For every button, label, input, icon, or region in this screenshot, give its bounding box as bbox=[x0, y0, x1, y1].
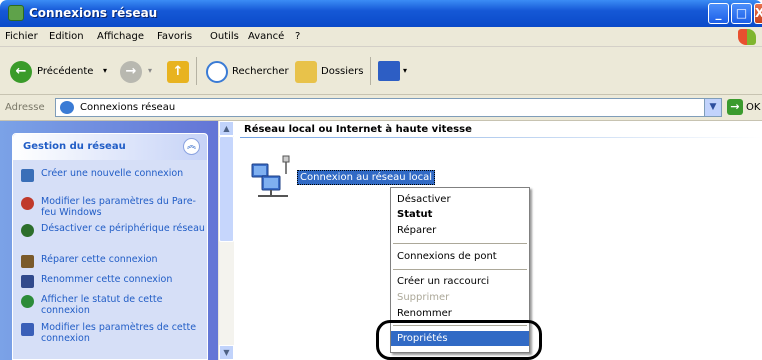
toolbar-separator bbox=[196, 57, 197, 85]
task-disable-device[interactable]: Désactiver ce périphérique réseau bbox=[21, 223, 207, 237]
menu-bar: Fichier Edition Affichage Favoris Outils… bbox=[0, 27, 762, 47]
menu-separator bbox=[393, 243, 527, 244]
task-pane: Gestion du réseau ︽ Créer une nouvelle c… bbox=[0, 121, 218, 360]
folders-icon[interactable] bbox=[295, 61, 317, 83]
highlight-callout bbox=[376, 320, 542, 360]
properties-icon bbox=[21, 323, 34, 336]
address-bar: Adresse Connexions réseau ▼ → OK bbox=[0, 95, 762, 121]
up-folder-icon[interactable]: ↑ bbox=[167, 61, 189, 83]
task-label: Désactiver ce périphérique réseau bbox=[41, 223, 205, 234]
scroll-up-arrow-icon[interactable]: ▲ bbox=[219, 121, 234, 136]
task-rename-connection[interactable]: Renommer cette connexion bbox=[21, 274, 207, 288]
lan-connection-label[interactable]: Connexion au réseau local bbox=[297, 170, 436, 185]
disable-device-icon bbox=[21, 224, 34, 237]
menu-item-delete: Supprimer bbox=[397, 292, 450, 303]
menu-separator bbox=[393, 269, 527, 270]
address-value: Connexions réseau bbox=[80, 102, 176, 113]
search-icon[interactable] bbox=[206, 61, 228, 83]
new-connection-icon bbox=[21, 169, 34, 182]
toolbar: ← Précédente ▾ → ▾ ↑ Rechercher Dossiers… bbox=[0, 47, 762, 95]
network-connections-icon bbox=[8, 5, 24, 21]
address-input[interactable]: Connexions réseau ▼ bbox=[55, 98, 722, 117]
task-view-status[interactable]: Afficher le statut de cette connexion bbox=[21, 294, 207, 316]
task-firewall-settings[interactable]: Modifier les paramètres du Pare-feu Wind… bbox=[21, 196, 207, 218]
status-icon bbox=[21, 295, 34, 308]
forward-dropdown-icon[interactable]: ▾ bbox=[148, 66, 152, 75]
forward-arrow-icon[interactable]: → bbox=[120, 61, 142, 83]
close-icon[interactable]: X bbox=[754, 3, 762, 24]
rename-icon bbox=[21, 275, 34, 288]
task-label: Créer une nouvelle connexion bbox=[41, 168, 184, 179]
address-label: Adresse bbox=[5, 102, 45, 113]
task-repair-connection[interactable]: Réparer cette connexion bbox=[21, 254, 207, 268]
menu-fichier[interactable]: Fichier bbox=[5, 31, 38, 42]
title-bar[interactable]: Connexions réseau _ □ X bbox=[0, 0, 762, 27]
back-button-label[interactable]: Précédente bbox=[37, 66, 93, 77]
network-tasks-header[interactable]: Gestion du réseau ︽ bbox=[13, 134, 207, 160]
menu-item-disable[interactable]: Désactiver bbox=[391, 192, 529, 207]
lan-connection-icon[interactable] bbox=[248, 154, 294, 200]
network-tasks-box: Gestion du réseau ︽ Créer une nouvelle c… bbox=[12, 133, 208, 360]
scroll-thumb[interactable] bbox=[219, 136, 234, 242]
scroll-down-arrow-icon[interactable]: ▼ bbox=[219, 345, 234, 360]
repair-icon bbox=[21, 255, 34, 268]
firewall-icon bbox=[21, 197, 34, 210]
network-connections-icon bbox=[60, 101, 74, 114]
task-create-connection[interactable]: Créer une nouvelle connexion bbox=[21, 168, 207, 182]
chevron-down-icon[interactable]: ▼ bbox=[704, 99, 721, 116]
back-arrow-icon[interactable]: ← bbox=[10, 61, 32, 83]
group-divider bbox=[240, 137, 762, 138]
task-change-settings[interactable]: Modifier les paramètres de cette connexi… bbox=[21, 322, 207, 344]
menu-affichage[interactable]: Affichage bbox=[97, 31, 144, 42]
window-title: Connexions réseau bbox=[29, 6, 158, 20]
task-label: Afficher le statut de cette connexion bbox=[41, 294, 163, 316]
windows-logo-icon bbox=[738, 29, 756, 45]
collapse-chevron-icon[interactable]: ︽ bbox=[183, 138, 200, 155]
menu-item-status[interactable]: Statut bbox=[391, 207, 529, 222]
menu-item-rename[interactable]: Renommer bbox=[391, 306, 529, 321]
maximize-icon[interactable]: □ bbox=[731, 3, 752, 24]
menu-item-repair[interactable]: Réparer bbox=[391, 223, 529, 238]
menu-outils[interactable]: Outils bbox=[210, 31, 239, 42]
back-dropdown-icon[interactable]: ▾ bbox=[103, 66, 107, 75]
network-tasks-title: Gestion du réseau bbox=[23, 141, 126, 152]
menu-avance[interactable]: Avancé bbox=[248, 31, 284, 42]
task-label: Renommer cette connexion bbox=[41, 274, 173, 285]
folders-button-label[interactable]: Dossiers bbox=[321, 66, 364, 77]
menu-item-create-shortcut[interactable]: Créer un raccourci bbox=[391, 274, 529, 289]
task-label: Modifier les paramètres de cette connexi… bbox=[41, 322, 197, 344]
menu-favoris[interactable]: Favoris bbox=[157, 31, 192, 42]
vertical-scrollbar[interactable]: ▲ ▼ bbox=[218, 121, 234, 360]
group-header: Réseau local ou Internet à haute vitesse bbox=[244, 124, 472, 135]
go-button-label[interactable]: OK bbox=[746, 102, 760, 113]
search-button-label[interactable]: Rechercher bbox=[232, 66, 289, 77]
menu-help[interactable]: ? bbox=[295, 31, 300, 42]
task-label: Réparer cette connexion bbox=[41, 254, 158, 265]
task-label: Modifier les paramètres du Pare-feu Wind… bbox=[41, 196, 196, 218]
menu-item-bridge-connections[interactable]: Connexions de pont bbox=[391, 249, 529, 264]
menu-edition[interactable]: Edition bbox=[49, 31, 84, 42]
minimize-icon[interactable]: _ bbox=[708, 3, 729, 24]
views-icon[interactable] bbox=[378, 61, 400, 81]
views-dropdown-icon[interactable]: ▾ bbox=[403, 66, 407, 75]
toolbar-separator bbox=[370, 57, 371, 85]
go-arrow-icon[interactable]: → bbox=[727, 99, 743, 115]
